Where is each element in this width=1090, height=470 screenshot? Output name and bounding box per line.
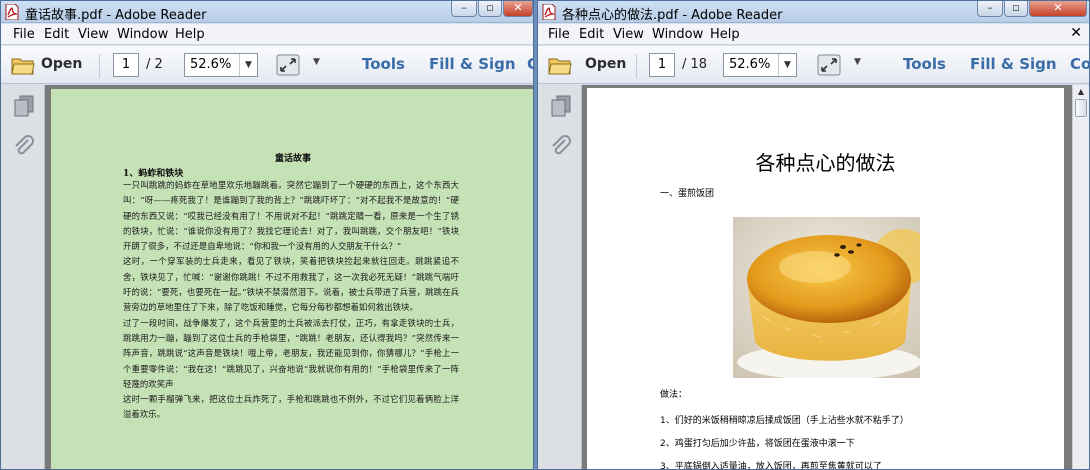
more-tools-dropdown-icon[interactable]: ▼ bbox=[313, 57, 320, 67]
toolbar-separator bbox=[99, 54, 100, 78]
open-button[interactable]: Open bbox=[41, 56, 82, 72]
fit-page-icon[interactable] bbox=[817, 54, 841, 76]
chevron-down-icon[interactable]: ▼ bbox=[778, 54, 796, 76]
menu-window[interactable]: Window bbox=[117, 27, 168, 42]
document-viewport[interactable]: 童话故事 1、蚂蚱和铁块 一只叫跳跳的蚂蚱在草地里欢乐地蹦跳着。突然它蹦到了一个… bbox=[45, 85, 533, 469]
toolbar: Open 1 / 18 52.6% ▼ ▼ Tools Fill & Sign … bbox=[538, 46, 1089, 84]
attachment-icon[interactable] bbox=[13, 135, 35, 159]
paragraph: 这时，一个穿军装的士兵走来，看见了铁块，笑着把铁块捡起来就往回走。跳跳紧追不舍，… bbox=[123, 256, 459, 313]
fill-sign-link[interactable]: Fill & Sign bbox=[429, 55, 516, 73]
section-heading: 一、蛋煎饭团 bbox=[660, 189, 715, 199]
page-thumbnails-icon[interactable] bbox=[14, 95, 34, 117]
menu-window[interactable]: Window bbox=[652, 27, 703, 42]
zoom-value: 52.6% bbox=[190, 57, 232, 72]
window-title: 童话故事.pdf - Adobe Reader bbox=[25, 8, 207, 23]
reader-window-right: 各种点心的做法.pdf - Adobe Reader – ▫ ✕ File Ed… bbox=[537, 0, 1090, 470]
title-bar[interactable]: 各种点心的做法.pdf - Adobe Reader – ▫ ✕ bbox=[538, 1, 1089, 23]
page-total: / 18 bbox=[682, 57, 708, 72]
fill-sign-link[interactable]: Fill & Sign bbox=[970, 55, 1057, 73]
zoom-select[interactable]: 52.6% ▼ bbox=[184, 53, 258, 77]
list-item: 2、鸡蛋打匀后加少许盐，将饭团在蛋液中滚一下 bbox=[660, 439, 855, 449]
close-button[interactable]: ✕ bbox=[503, 1, 533, 17]
close-button[interactable]: ✕ bbox=[1029, 1, 1087, 17]
menu-help[interactable]: Help bbox=[710, 27, 740, 42]
pdf-file-icon bbox=[5, 4, 19, 20]
folder-open-icon[interactable] bbox=[11, 55, 35, 75]
document-viewport[interactable]: 各种点心的做法 一、蛋煎饭团 做法： 1、们好的米饭稍稍晾凉后揉成饭团（手上沾些… bbox=[582, 85, 1072, 469]
fit-page-icon[interactable] bbox=[276, 54, 300, 76]
rice-ball-photo bbox=[733, 217, 920, 378]
recipe-steps: 1、们好的米饭稍稍晾凉后揉成饭团（手上沾些水就不粘手了） 2、鸡蛋打匀后加少许盐… bbox=[660, 410, 909, 469]
list-item: 1、们好的米饭稍稍晾凉后揉成饭团（手上沾些水就不粘手了） bbox=[660, 416, 909, 426]
comment-link[interactable]: Co bbox=[1070, 55, 1089, 73]
paragraph: 过了一段时间，战争爆发了，这个兵营里的士兵被派去打仗，正巧，有拿走铁块的士兵，跳… bbox=[123, 317, 459, 389]
title-bar[interactable]: 童话故事.pdf - Adobe Reader – ▫ ✕ bbox=[1, 1, 533, 23]
zoom-select[interactable]: 52.6% ▼ bbox=[723, 53, 797, 77]
document-title: 童话故事 bbox=[274, 154, 311, 164]
pdf-file-icon bbox=[542, 4, 556, 20]
comment-link[interactable]: C bbox=[527, 55, 533, 73]
page-number-input[interactable]: 1 bbox=[113, 53, 139, 77]
scroll-up-icon[interactable]: ▲ bbox=[1073, 85, 1089, 99]
pdf-page: 童话故事 1、蚂蚱和铁块 一只叫跳跳的蚂蚱在草地里欢乐地蹦跳着。突然它蹦到了一个… bbox=[51, 89, 533, 469]
menu-view[interactable]: View bbox=[613, 27, 644, 42]
vertical-scrollbar[interactable]: ▲ bbox=[1072, 85, 1089, 469]
page-number-input[interactable]: 1 bbox=[649, 53, 675, 77]
zoom-value: 52.6% bbox=[729, 57, 771, 72]
close-document-icon[interactable]: ✕ bbox=[1070, 25, 1082, 41]
document-title: 各种点心的做法 bbox=[755, 151, 896, 175]
more-tools-dropdown-icon[interactable]: ▼ bbox=[854, 57, 861, 67]
navigation-pane bbox=[538, 85, 582, 469]
tools-link[interactable]: Tools bbox=[362, 55, 405, 73]
list-item: 3、平底锅倒入适量油，放入饭团，再煎至焦黄就可以了 bbox=[660, 462, 882, 469]
paragraph: 这时一颗手榴弹飞来，把这位士兵炸死了，手枪和跳跳也不例外，不过它们见着俩脸上洋溢… bbox=[123, 394, 459, 420]
open-button[interactable]: Open bbox=[585, 56, 626, 72]
navigation-pane bbox=[1, 85, 45, 469]
tools-link[interactable]: Tools bbox=[903, 55, 946, 73]
method-label: 做法： bbox=[660, 390, 688, 400]
menu-edit[interactable]: Edit bbox=[579, 27, 604, 42]
attachment-icon[interactable] bbox=[550, 135, 572, 159]
reader-window-left: 童话故事.pdf - Adobe Reader – ▫ ✕ File Edit … bbox=[0, 0, 534, 470]
toolbar-separator bbox=[636, 54, 637, 78]
toolbar: Open 1 / 2 52.6% ▼ ▼ Tools Fill & Sign C bbox=[1, 46, 533, 84]
menu-view[interactable]: View bbox=[78, 27, 109, 42]
maximize-button[interactable]: ▫ bbox=[1004, 1, 1028, 17]
menu-file[interactable]: File bbox=[548, 27, 570, 42]
menu-file[interactable]: File bbox=[13, 27, 35, 42]
story-text: 一只叫跳跳的蚂蚱在草地里欢乐地蹦跳着。突然它蹦到了一个硬硬的东西上，这个东西大叫… bbox=[123, 178, 459, 423]
folder-open-icon[interactable] bbox=[548, 55, 572, 75]
minimize-button[interactable]: – bbox=[977, 1, 1003, 17]
window-title: 各种点心的做法.pdf - Adobe Reader bbox=[562, 8, 783, 23]
maximize-button[interactable]: ▫ bbox=[478, 1, 502, 17]
menu-help[interactable]: Help bbox=[175, 27, 205, 42]
pdf-page: 各种点心的做法 一、蛋煎饭团 做法： 1、们好的米饭稍稍晾凉后揉成饭团（手上沾些… bbox=[587, 88, 1064, 469]
page-total: / 2 bbox=[146, 57, 163, 72]
page-thumbnails-icon[interactable] bbox=[551, 95, 571, 117]
menu-edit[interactable]: Edit bbox=[44, 27, 69, 42]
scroll-thumb[interactable] bbox=[1075, 99, 1087, 117]
minimize-button[interactable]: – bbox=[451, 1, 477, 17]
menu-bar: File Edit View Window Help bbox=[1, 24, 533, 45]
chevron-down-icon[interactable]: ▼ bbox=[239, 54, 257, 76]
paragraph: 一只叫跳跳的蚂蚱在草地里欢乐地蹦跳着。突然它蹦到了一个硬硬的东西上，这个东西大叫… bbox=[123, 180, 459, 252]
menu-bar: File Edit View Window Help ✕ bbox=[538, 24, 1089, 45]
